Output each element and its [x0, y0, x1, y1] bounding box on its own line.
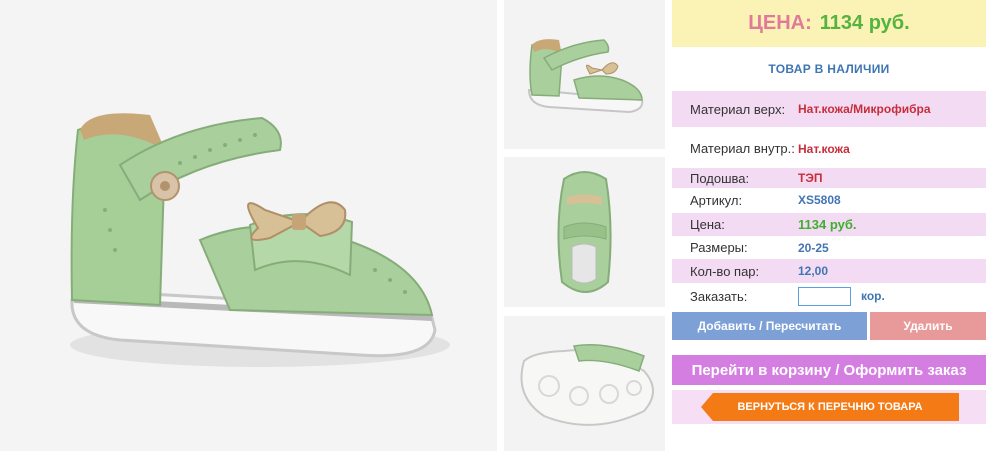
spec-row-inner-material: Материал внутр.: Нат.кожа	[672, 131, 986, 166]
order-label: Заказать:	[690, 288, 748, 304]
stock-status: ТОВАР В НАЛИЧИИ	[768, 62, 890, 76]
delete-button[interactable]: Удалить	[870, 312, 986, 340]
price-banner-label: ЦЕНА:	[748, 12, 812, 34]
sandal-illustration-main	[0, 0, 497, 451]
spec-row-upper-material: Материал верх: Нат.кожа/Микрофибра	[672, 91, 986, 127]
thumbnail-sole-view[interactable]	[504, 316, 665, 451]
sandal-sole-thumbnail	[504, 316, 665, 451]
spec-row-sole: Подошва: ТЭП	[672, 168, 986, 188]
order-quantity-input[interactable]	[798, 286, 851, 306]
spec-row-sizes: Размеры: 20-25	[672, 237, 986, 258]
thumbnail-side-view[interactable]	[504, 0, 665, 149]
spec-key: Артикул:	[690, 192, 743, 208]
spec-key: Материал внутр.:	[690, 141, 795, 156]
back-to-list-button[interactable]: ВЕРНУТЬСЯ К ПЕРЕЧНЮ ТОВАРА	[701, 393, 959, 421]
spec-key: Цена:	[690, 217, 725, 232]
main-product-image[interactable]	[0, 0, 497, 451]
sandal-top-thumbnail	[504, 157, 665, 307]
price-banner: ЦЕНА: 1134 руб.	[672, 0, 986, 47]
spec-key: Кол-во пар:	[690, 263, 760, 279]
price-banner-value: 1134 руб.	[819, 12, 910, 34]
spec-value: XS5808	[798, 193, 841, 207]
thumbnail-top-view[interactable]	[504, 157, 665, 307]
spec-value: 1134 руб.	[798, 217, 857, 232]
spec-row-article: Артикул: XS5808	[672, 190, 986, 210]
order-row: Заказать: кор.	[672, 285, 986, 307]
back-button-container: ВЕРНУТЬСЯ К ПЕРЕЧНЮ ТОВАРА	[672, 390, 986, 424]
spec-row-pairs-count: Кол-во пар: 12,00	[672, 259, 986, 283]
spec-key: Материал верх:	[690, 101, 786, 117]
spec-value: 20-25	[798, 240, 829, 255]
spec-value: Нат.кожа/Микрофибра	[798, 102, 931, 116]
spec-row-price: Цена: 1134 руб.	[672, 213, 986, 236]
spec-value: Нат.кожа	[798, 141, 850, 156]
spec-key: Размеры:	[690, 240, 748, 255]
order-unit: кор.	[861, 289, 885, 303]
sandal-side-thumbnail	[504, 0, 665, 149]
spec-value: ТЭП	[798, 171, 823, 185]
spec-key: Подошва:	[690, 170, 750, 186]
spec-value: 12,00	[798, 264, 829, 278]
add-recalculate-button[interactable]: Добавить / Пересчитать	[672, 312, 867, 340]
product-info-panel: ЦЕНА: 1134 руб. ТОВАР В НАЛИЧИИ Материал…	[672, 0, 986, 451]
go-to-cart-button[interactable]: Перейти в корзину / Оформить заказ	[672, 355, 986, 385]
